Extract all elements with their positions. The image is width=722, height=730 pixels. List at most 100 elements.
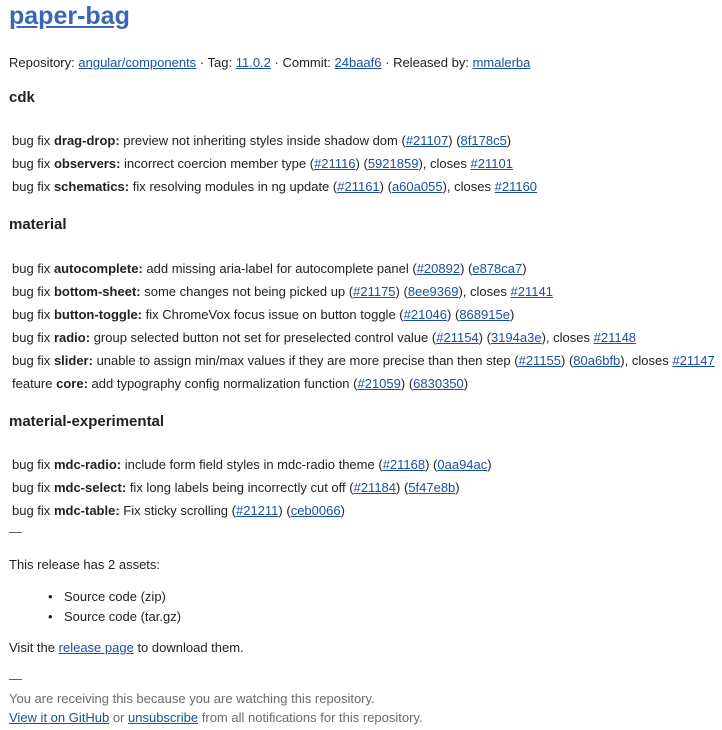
entry-scope: autocomplete: <box>53 261 143 276</box>
entry-kind: bug fix <box>12 179 51 194</box>
pr-link[interactable]: #21184 <box>354 480 396 495</box>
visit-text-before: Visit the <box>9 640 56 655</box>
visit-line: Visit the release page to download them. <box>9 639 244 656</box>
pr-link[interactable]: #20892 <box>417 261 460 276</box>
changelog-entry: bug fix mdc-radio: include form field st… <box>12 457 492 472</box>
release-page-link[interactable]: release page <box>59 640 134 655</box>
entry-scope: slider: <box>53 353 93 368</box>
changelog-entry: bug fix slider: unable to assign min/max… <box>12 353 715 368</box>
closes-label: , closes <box>545 330 590 345</box>
changelog-entry: bug fix mdc-select: fix long labels bein… <box>12 480 460 495</box>
entry-scope: button-toggle: <box>53 307 143 322</box>
changelog-entry: bug fix autocomplete: add missing aria-l… <box>12 261 527 276</box>
closes-issue-link[interactable]: #21148 <box>594 330 636 345</box>
entry-description: incorrect coercion member type <box>124 156 307 171</box>
changelog-entry: bug fix schematics: fix resolving module… <box>12 179 538 194</box>
entry-kind: bug fix <box>12 307 51 322</box>
commit-hash-link[interactable]: 8ee9369 <box>408 284 459 299</box>
entry-description: add missing aria-label for autocomplete … <box>146 261 409 276</box>
asset-label: Source code (tar.gz) <box>64 609 182 624</box>
page-title: paper-bag <box>9 0 130 33</box>
changelog-entry: bug fix drag-drop: preview not inheritin… <box>12 133 512 148</box>
commit-hash-link[interactable]: 0aa94ac <box>437 457 487 472</box>
entry-kind: bug fix <box>12 457 51 472</box>
changelog-entry: feature core: add typography config norm… <box>12 376 469 391</box>
closes-issue-link[interactable]: #21160 <box>495 179 537 194</box>
entry-description: fix resolving modules in ng update <box>132 179 330 194</box>
closes-issue-link[interactable]: #21147 <box>672 353 714 368</box>
closes-label: , closes <box>446 179 491 194</box>
release-email: paper-bag Repository: angular/components… <box>0 0 722 730</box>
closes-label: , closes <box>462 284 507 299</box>
assets-list: • Source code (zip) • Source code (tar.g… <box>46 588 181 628</box>
pr-link[interactable]: #21107 <box>406 133 448 148</box>
closes-label: , closes <box>422 156 467 171</box>
entry-kind: bug fix <box>12 330 51 345</box>
commit-hash-link[interactable]: 3194a3e <box>491 330 542 345</box>
commit-hash-link[interactable]: 5f47e8b <box>408 480 455 495</box>
entry-scope: mdc-radio: <box>53 457 122 472</box>
changelog-list-material-experimental: bug fix mdc-radio: include form field st… <box>12 456 492 525</box>
commit-hash-link[interactable]: ceb0066 <box>291 503 341 518</box>
bullet-icon: • <box>48 609 53 624</box>
asset-item: • Source code (zip) <box>46 588 181 608</box>
footer-separator: — <box>9 671 22 686</box>
closes-issue-link[interactable]: #21101 <box>470 156 512 171</box>
tag-link[interactable]: 11.0.2 <box>236 55 271 70</box>
entry-description: group selected button not set for presel… <box>93 330 429 345</box>
release-meta: Repository: angular/components · Tag: 11… <box>9 54 530 71</box>
entry-scope: mdc-table: <box>53 503 120 518</box>
pr-link[interactable]: #21116 <box>314 156 355 171</box>
separator: — <box>9 524 22 539</box>
asset-label: Source code (zip) <box>64 589 166 604</box>
entry-scope: core: <box>56 376 88 391</box>
asset-item: • Source code (tar.gz) <box>46 608 181 628</box>
assets-intro: This release has 2 assets: <box>9 557 161 572</box>
pr-link[interactable]: #21046 <box>404 307 447 322</box>
entry-kind: bug fix <box>12 353 51 368</box>
pr-link[interactable]: #21211 <box>236 503 278 518</box>
changelog-entry: bug fix radio: group selected button not… <box>12 330 637 345</box>
pr-link[interactable]: #21155 <box>519 353 561 368</box>
changelog-list-material: bug fix autocomplete: add missing aria-l… <box>12 260 715 398</box>
bullet-icon: • <box>48 589 53 604</box>
entry-kind: bug fix <box>12 503 51 518</box>
commit-hash-link[interactable]: e878ca7 <box>472 261 522 276</box>
pr-link[interactable]: #21059 <box>357 376 400 391</box>
entry-description: add typography config normalization func… <box>91 376 350 391</box>
entry-description: fix long labels being incorrectly cut of… <box>129 480 346 495</box>
footer-rest: from all notifications for this reposito… <box>201 710 423 725</box>
footer-notice: You are receiving this because you are w… <box>9 691 375 706</box>
commit-hash-link[interactable]: 80a6bfb <box>573 353 620 368</box>
entry-scope: mdc-select: <box>53 480 127 495</box>
repository-link[interactable]: angular/components <box>78 55 196 70</box>
changelog-entry: bug fix bottom-sheet: some changes not b… <box>12 284 553 299</box>
changelog-entry: bug fix observers: incorrect coercion me… <box>12 156 513 171</box>
pr-link[interactable]: #21175 <box>353 284 395 299</box>
tag-label: · Tag: <box>199 55 233 70</box>
commit-hash-link[interactable]: 5921859 <box>368 156 419 171</box>
unsubscribe-link[interactable]: unsubscribe <box>128 710 198 725</box>
closes-label: , closes <box>624 353 669 368</box>
pr-link[interactable]: #21161 <box>337 179 379 194</box>
view-on-github-link[interactable]: View it on GitHub <box>9 710 109 725</box>
commit-link[interactable]: 24baaf6 <box>335 55 382 70</box>
closes-issue-link[interactable]: #21141 <box>510 284 552 299</box>
footer-links: View it on GitHub or unsubscribe from al… <box>9 709 423 726</box>
pr-link[interactable]: #21168 <box>383 457 425 472</box>
section-title-cdk: cdk <box>9 89 35 106</box>
released-by-link[interactable]: mmalerba <box>473 55 531 70</box>
entry-description: some changes not being picked up <box>144 284 346 299</box>
entry-description: unable to assign min/max values if they … <box>96 353 511 368</box>
commit-hash-link[interactable]: 6830350 <box>413 376 464 391</box>
entry-kind: bug fix <box>12 133 51 148</box>
commit-hash-link[interactable]: 868915e <box>459 307 510 322</box>
pr-link[interactable]: #21154 <box>436 330 478 345</box>
entry-scope: bottom-sheet: <box>53 284 141 299</box>
repo-title-link[interactable]: paper-bag <box>9 2 130 30</box>
entry-kind: feature <box>12 376 53 391</box>
commit-hash-link[interactable]: 8f178c5 <box>461 133 507 148</box>
entry-description: preview not inheriting styles inside sha… <box>123 133 398 148</box>
commit-hash-link[interactable]: a60a055 <box>392 179 443 194</box>
entry-scope: radio: <box>53 330 91 345</box>
